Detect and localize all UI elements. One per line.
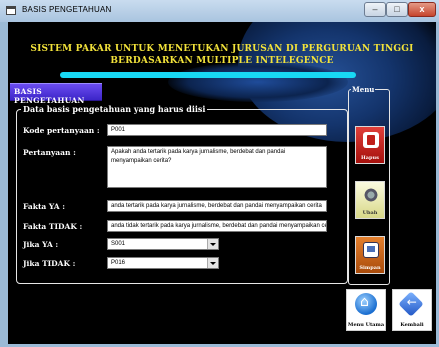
menu-legend: Menu bbox=[352, 85, 375, 94]
kembali-button[interactable]: Kembali bbox=[392, 289, 432, 331]
hapus-button[interactable]: Hapus bbox=[355, 126, 385, 164]
jika-ya-select[interactable]: S001 bbox=[107, 238, 219, 250]
kembali-label: Kembali bbox=[400, 322, 424, 328]
jika-ya-label: Jika YA : bbox=[23, 240, 59, 249]
app-title-line-1: SISTEM PAKAR UNTUK MENETUKAN JURUSAN DI … bbox=[30, 44, 414, 54]
chevron-down-icon[interactable] bbox=[207, 258, 218, 268]
minimize-button[interactable]: – bbox=[364, 2, 386, 17]
accent-bar bbox=[60, 72, 356, 78]
section-header-label: BASIS PENGETAHUAN bbox=[14, 87, 85, 105]
fakta-ya-input[interactable]: anda tertarik pada karya jurnalisme, ber… bbox=[107, 200, 327, 212]
window-icon bbox=[6, 6, 16, 15]
ubah-button[interactable]: Ubah bbox=[355, 181, 385, 219]
simpan-button[interactable]: Simpan bbox=[355, 236, 385, 274]
title-bar[interactable]: BASIS PENGETAHUAN – □ x bbox=[0, 0, 439, 22]
form-client-area: SISTEM PAKAR UNTUK MENETUKAN JURUSAN DI … bbox=[8, 22, 436, 344]
knowledge-base-form: Data basis pengetahuan yang harus diisi … bbox=[16, 104, 348, 284]
app-title-line-2: BERDASARKAN MULTIPLE INTELEGENCE bbox=[110, 56, 334, 66]
trash-icon bbox=[363, 132, 379, 148]
section-header: BASIS PENGETAHUAN bbox=[10, 83, 102, 105]
jika-tidak-select[interactable]: P016 bbox=[107, 257, 219, 269]
form-legend: Data basis pengetahuan yang harus diisi bbox=[23, 104, 206, 114]
chevron-down-icon[interactable] bbox=[207, 239, 218, 249]
menu-utama-label: Menu Utama bbox=[347, 322, 385, 328]
kode-label: Kode pertanyaan : bbox=[23, 126, 100, 135]
back-arrow-icon bbox=[398, 291, 424, 317]
gear-icon bbox=[363, 187, 379, 203]
save-icon bbox=[363, 242, 379, 258]
pertanyaan-label: Pertanyaan : bbox=[23, 148, 76, 157]
jika-tidak-value: P016 bbox=[111, 260, 126, 266]
background-swirl-2 bbox=[168, 62, 348, 102]
jika-ya-value: S001 bbox=[111, 241, 126, 247]
kode-pertanyaan-input[interactable]: P001 bbox=[107, 124, 327, 136]
home-icon bbox=[355, 293, 377, 315]
fakta-tidak-input[interactable]: anda tidak tertarik pada karya jurnalism… bbox=[107, 220, 327, 232]
menu-utama-button[interactable]: Menu Utama bbox=[346, 289, 386, 331]
app-title: SISTEM PAKAR UNTUK MENETUKAN JURUSAN DI … bbox=[8, 43, 436, 67]
fakta-ya-label: Fakta YA : bbox=[23, 202, 65, 211]
close-button[interactable]: x bbox=[408, 2, 436, 17]
jika-tidak-label: Jika TIDAK : bbox=[23, 259, 76, 268]
app-window: BASIS PENGETAHUAN – □ x SISTEM PAKAR UNT… bbox=[0, 0, 439, 347]
pertanyaan-textarea[interactable]: Apakah anda tertarik pada karya jurnalis… bbox=[107, 146, 327, 188]
window-title: BASIS PENGETAHUAN bbox=[22, 5, 112, 14]
simpan-label: Simpan bbox=[359, 265, 381, 271]
menu-panel: Menu Hapus Ubah Simpan bbox=[348, 85, 390, 285]
hapus-label: Hapus bbox=[361, 155, 379, 161]
maximize-button[interactable]: □ bbox=[386, 2, 408, 17]
ubah-label: Ubah bbox=[362, 210, 378, 216]
fakta-tidak-label: Fakta TIDAK : bbox=[23, 222, 83, 231]
